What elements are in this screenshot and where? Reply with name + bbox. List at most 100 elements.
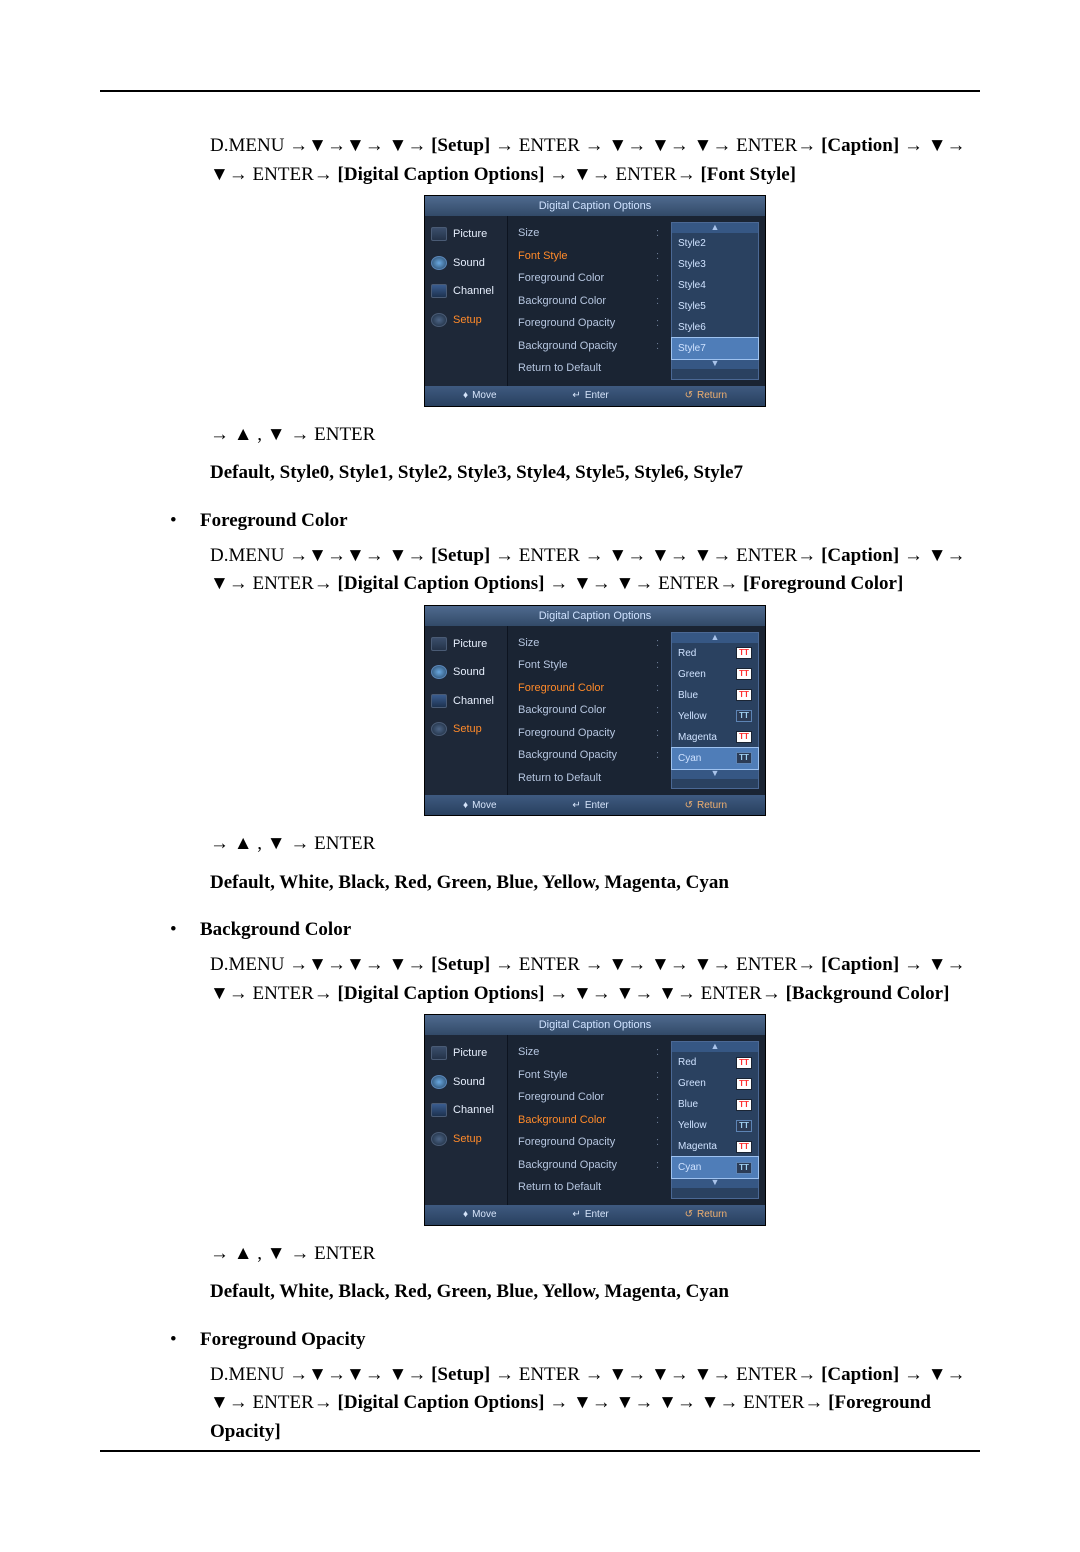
osd-row-bgcolor[interactable]: Background Color:	[518, 290, 659, 313]
osd-row-bgopacity[interactable]: Background Opacity:	[518, 1154, 659, 1177]
side-sound[interactable]: Sound	[425, 1068, 507, 1097]
osd-row-fontstyle[interactable]: Font Style:	[518, 245, 659, 268]
setup-icon	[431, 722, 447, 736]
side-setup[interactable]: Setup	[425, 1125, 507, 1154]
dd-item[interactable]: GreenTT	[672, 1073, 758, 1094]
row-label: Foreground Opacity	[518, 1134, 615, 1151]
bullet-icon: •	[170, 1329, 200, 1351]
dd-item[interactable]: Blue TT	[672, 1094, 758, 1115]
dd-item[interactable]: RedTT	[672, 643, 758, 664]
section-fgcolor: D.MENU →▼→▼→ ▼→ [Setup] → ENTER → ▼→ ▼→ …	[210, 542, 980, 898]
nav-caption: [Caption]	[821, 1364, 899, 1385]
color-dropdown[interactable]: ▲ RedTT GreenTT Blue TT YellowTT MagentaT…	[671, 1041, 759, 1199]
osd-row-fgopacity[interactable]: Foreground Opacity:	[518, 722, 659, 745]
dd-item-selected[interactable]: Cyan TT	[672, 748, 758, 769]
footer-label: Return	[697, 798, 727, 813]
osd-content: Size: Font Style: Foreground Color: Back…	[508, 626, 765, 796]
side-picture[interactable]: Picture	[425, 1039, 507, 1068]
osd-row-bgopacity[interactable]: Background Opacity:	[518, 744, 659, 767]
footer-label: Return	[697, 1207, 727, 1222]
osd-row-size[interactable]: Size:	[518, 222, 659, 245]
osd-row-fgopacity[interactable]: Foreground Opacity:	[518, 312, 659, 335]
dd-item[interactable]: Style2	[672, 233, 758, 254]
osd-row-returndefault[interactable]: Return to Default	[518, 357, 659, 380]
dd-label: Cyan	[678, 1160, 701, 1175]
dd-item[interactable]: Style3	[672, 254, 758, 275]
dd-label: Red	[678, 646, 696, 661]
chevron-up-icon[interactable]: ▲	[672, 633, 758, 643]
swatch-icon: TT	[736, 1099, 752, 1111]
updown-icon: ♦	[463, 798, 468, 813]
dd-item[interactable]: MagentaTT	[672, 727, 758, 748]
bottom-rule	[100, 1450, 980, 1452]
sound-icon	[431, 665, 447, 679]
side-channel[interactable]: Channel	[425, 1096, 507, 1125]
swatch-icon: TT	[736, 1120, 752, 1132]
chevron-down-icon[interactable]: ▼	[672, 769, 758, 779]
osd-row-bgcolor[interactable]: Background Color:	[518, 699, 659, 722]
osd-row-returndefault[interactable]: Return to Default	[518, 1176, 659, 1199]
osd-row-size[interactable]: Size:	[518, 1041, 659, 1064]
osd-row-fgcolor[interactable]: Foreground Color:	[518, 267, 659, 290]
side-label: Setup	[453, 721, 482, 738]
section-font-style: D.MENU →▼→▼→ ▼→ [Setup] → ENTER → ▼→ ▼→ …	[210, 132, 980, 488]
dd-label: Cyan	[678, 751, 701, 766]
color-dropdown[interactable]: ▲ RedTT GreenTT BlueTT YellowTT MagentaT…	[671, 632, 759, 790]
colon: :	[652, 1157, 659, 1174]
colon: :	[652, 225, 659, 242]
footer-enter: ↵Enter	[572, 1207, 608, 1222]
post-nav: → ▲ , ▼ → ENTER	[210, 421, 980, 450]
osd-row-bgcolor[interactable]: Background Color:	[518, 1109, 659, 1132]
osd-row-fgcolor[interactable]: Foreground Color:	[518, 1086, 659, 1109]
dd-item[interactable]: Style5	[672, 296, 758, 317]
style-dropdown[interactable]: ▲ Style2 Style3 Style4 Style5 Style6 Sty…	[671, 222, 759, 380]
osd-row-fontstyle[interactable]: Font Style:	[518, 1064, 659, 1087]
osd-row-bgopacity[interactable]: Background Opacity:	[518, 335, 659, 358]
dd-item[interactable]: BlueTT	[672, 685, 758, 706]
sound-icon	[431, 256, 447, 270]
side-sound[interactable]: Sound	[425, 249, 507, 278]
side-picture[interactable]: Picture	[425, 630, 507, 659]
osd-row-size[interactable]: Size:	[518, 632, 659, 655]
dd-item[interactable]: MagentaTT	[672, 1136, 758, 1157]
row-label: Size	[518, 635, 539, 652]
dd-item[interactable]: RedTT	[672, 1052, 758, 1073]
osd-row-fontstyle[interactable]: Font Style:	[518, 654, 659, 677]
footer-enter: ↵Enter	[572, 388, 608, 403]
side-channel[interactable]: Channel	[425, 277, 507, 306]
chevron-up-icon[interactable]: ▲	[672, 223, 758, 233]
dd-label: Style6	[678, 320, 706, 335]
side-sound[interactable]: Sound	[425, 658, 507, 687]
nav-text: → ENTER → ▼→ ▼→ ▼→ ENTER→	[490, 135, 821, 156]
dd-item[interactable]: GreenTT	[672, 664, 758, 685]
colon: :	[652, 680, 659, 697]
channel-icon	[431, 284, 447, 298]
dd-item[interactable]: Style4	[672, 275, 758, 296]
chevron-up-icon[interactable]: ▲	[672, 1042, 758, 1052]
osd-row-returndefault[interactable]: Return to Default	[518, 767, 659, 790]
chevron-down-icon[interactable]: ▼	[672, 1178, 758, 1188]
dd-item-selected[interactable]: CyanTT	[672, 1157, 758, 1178]
row-label: Background Color	[518, 293, 606, 310]
dd-label: Style3	[678, 257, 706, 272]
nav-text: D.MENU →▼→▼→ ▼→	[210, 954, 431, 975]
side-picture[interactable]: Picture	[425, 220, 507, 249]
nav-setup: [Setup]	[431, 135, 490, 156]
side-channel[interactable]: Channel	[425, 687, 507, 716]
swatch-icon: TT	[736, 752, 752, 764]
side-setup[interactable]: Setup	[425, 715, 507, 744]
osd-row-fgcolor[interactable]: Foreground Color:	[518, 677, 659, 700]
dd-item[interactable]: YellowTT	[672, 706, 758, 727]
dd-item[interactable]: YellowTT	[672, 1115, 758, 1136]
dd-label: Style4	[678, 278, 706, 293]
dd-item[interactable]: Style6	[672, 317, 758, 338]
row-label: Foreground Color	[518, 1089, 604, 1106]
osd-row-fgopacity[interactable]: Foreground Opacity:	[518, 1131, 659, 1154]
side-setup[interactable]: Setup	[425, 306, 507, 335]
dd-label: Blue	[678, 1097, 698, 1112]
return-icon: ↺	[685, 798, 693, 813]
colon: :	[652, 747, 659, 764]
nav-dco: [Digital Caption Options]	[338, 983, 545, 1004]
dd-item-selected[interactable]: Style7	[672, 338, 758, 359]
chevron-down-icon[interactable]: ▼	[672, 359, 758, 369]
